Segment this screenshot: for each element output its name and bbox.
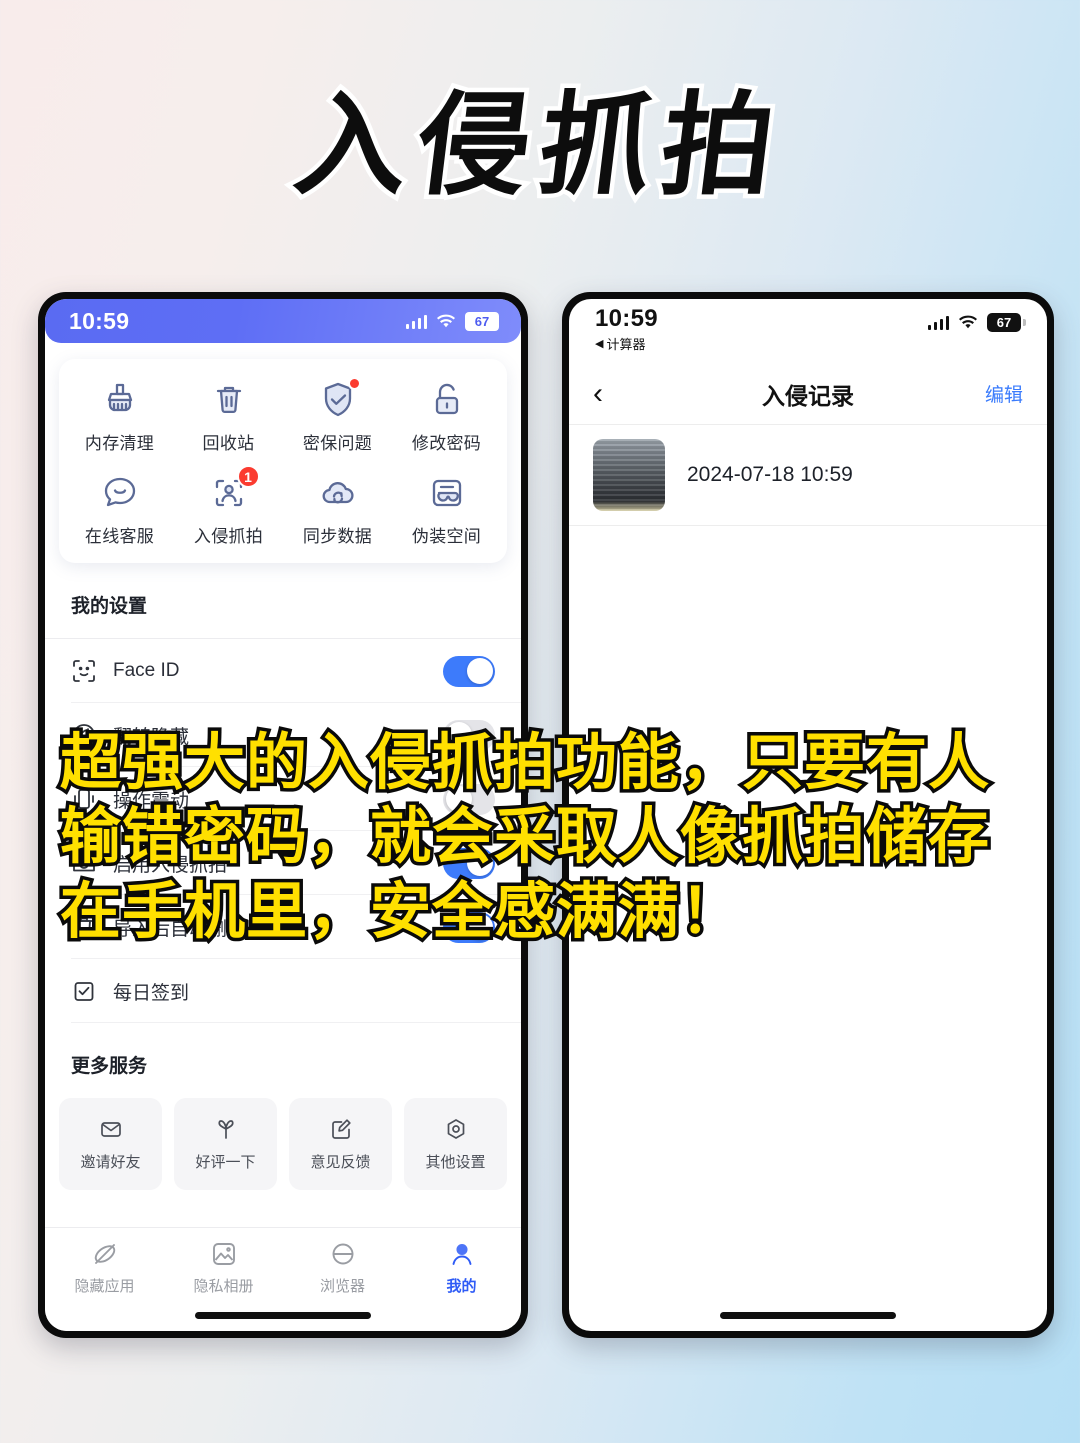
photo-icon	[210, 1240, 238, 1268]
shortcut-grid-card: 内存清理 回收站 密保问题 修改密码 在线客服 1 入侵抓拍 同步数据 伪装空间	[59, 359, 507, 563]
notification-dot-badge	[347, 377, 361, 390]
page-title: 入侵抓拍	[284, 77, 797, 216]
shortcut-label: 入侵抓拍	[193, 527, 264, 546]
tab-private-album[interactable]: 隐私相册	[164, 1240, 283, 1296]
setting-row-face-id[interactable]: Face ID	[45, 639, 521, 703]
shortcut-change-password[interactable]: 修改密码	[392, 379, 501, 454]
service-other-settings[interactable]: 其他设置	[404, 1098, 507, 1190]
browser-icon	[329, 1240, 357, 1268]
face-id-icon	[71, 658, 97, 684]
back-to-app-indicator[interactable]: ◀ 计算器	[595, 334, 658, 353]
tab-label: 隐私相册	[193, 1278, 254, 1295]
trash-icon	[208, 379, 250, 421]
more-services-title: 更多服务	[71, 1056, 148, 1077]
hex-gear-icon	[444, 1117, 468, 1141]
shortcut-label: 内存清理	[84, 434, 155, 453]
service-invite-friends[interactable]: 邀请好友	[59, 1098, 162, 1190]
chevron-left-icon[interactable]: ‹	[593, 378, 603, 409]
signal-bars-icon	[927, 315, 949, 330]
shortcut-security-question[interactable]: 密保问题	[283, 377, 392, 454]
shortcut-label: 密保问题	[302, 434, 373, 453]
face-id-toggle[interactable]	[443, 655, 495, 687]
count-badge: 1	[236, 465, 260, 488]
shortcut-memory-clean[interactable]: 内存清理	[65, 379, 174, 454]
capture-thumbnail[interactable]	[593, 439, 665, 511]
hidden-app-icon	[91, 1240, 119, 1268]
promo-caption: 超强大的入侵抓拍功能，只要有人输错密码，就会采取人像抓拍储存在手机里，安全感满满…	[57, 723, 993, 950]
service-label: 意见反馈	[310, 1153, 371, 1171]
broom-icon	[99, 379, 141, 421]
signal-bars-icon	[405, 314, 427, 329]
record-list-item[interactable]: 2024-07-18 10:59	[569, 425, 1047, 526]
right-status-bar: 10:59 ◀ 计算器 67	[569, 299, 1047, 363]
service-label: 好评一下	[195, 1153, 256, 1171]
settings-section-title: 我的设置	[71, 596, 148, 617]
shortcut-label: 同步数据	[302, 527, 373, 546]
battery-indicator: 67	[987, 313, 1026, 332]
face-scan-icon: 1	[208, 465, 260, 514]
back-caret-icon: ◀	[595, 338, 604, 350]
service-rate-us[interactable]: 好评一下	[174, 1098, 277, 1190]
navigation-bar: ‹ 入侵记录 编辑	[569, 363, 1047, 425]
tab-hidden-apps[interactable]: 隐藏应用	[45, 1240, 164, 1296]
wifi-icon	[958, 315, 978, 330]
envelope-icon	[99, 1117, 123, 1141]
tab-label: 隐藏应用	[74, 1278, 135, 1295]
unlock-icon	[426, 379, 468, 421]
feedback-icon	[329, 1117, 353, 1141]
profile-icon	[448, 1240, 476, 1268]
record-timestamp: 2024-07-18 10:59	[687, 463, 853, 486]
cloud-sync-icon	[317, 472, 359, 514]
left-status-bar: 10:59 67	[45, 299, 521, 343]
wifi-icon	[436, 314, 456, 329]
shortcut-disguise-space[interactable]: 伪装空间	[392, 472, 501, 547]
shortcut-label: 在线客服	[84, 527, 155, 546]
service-label: 邀请好友	[80, 1153, 141, 1171]
service-label: 其他设置	[425, 1153, 486, 1171]
tab-profile[interactable]: 我的	[402, 1240, 521, 1296]
setting-label: Face ID	[113, 660, 180, 681]
battery-indicator: 67	[465, 311, 499, 331]
flower-icon	[214, 1117, 238, 1141]
setting-row-daily-checkin[interactable]: 每日签到	[45, 959, 521, 1023]
chat-smile-icon	[99, 472, 141, 514]
service-feedback[interactable]: 意见反馈	[289, 1098, 392, 1190]
shortcut-sync-data[interactable]: 同步数据	[283, 472, 392, 547]
shortcut-intruder-capture[interactable]: 1 入侵抓拍	[174, 465, 283, 547]
tab-label: 浏览器	[319, 1278, 365, 1295]
shortcut-online-support[interactable]: 在线客服	[65, 472, 174, 547]
shortcut-label: 伪装空间	[411, 527, 482, 546]
shortcut-label: 修改密码	[411, 434, 482, 453]
status-clock: 10:59	[69, 307, 130, 334]
shortcut-label: 回收站	[202, 434, 255, 453]
tab-browser[interactable]: 浏览器	[283, 1240, 402, 1296]
nav-title: 入侵记录	[762, 382, 854, 409]
setting-label: 每日签到	[113, 982, 190, 1004]
mask-card-icon	[426, 472, 468, 514]
edit-button[interactable]: 编辑	[985, 380, 1023, 407]
status-clock: 10:59	[595, 305, 658, 332]
tab-label: 我的	[446, 1278, 477, 1295]
shield-check-icon	[317, 377, 361, 421]
home-indicator	[720, 1312, 896, 1319]
back-app-label: 计算器	[606, 337, 646, 352]
checkin-icon	[71, 978, 97, 1004]
shortcut-recycle-bin[interactable]: 回收站	[174, 379, 283, 454]
home-indicator	[195, 1312, 371, 1319]
